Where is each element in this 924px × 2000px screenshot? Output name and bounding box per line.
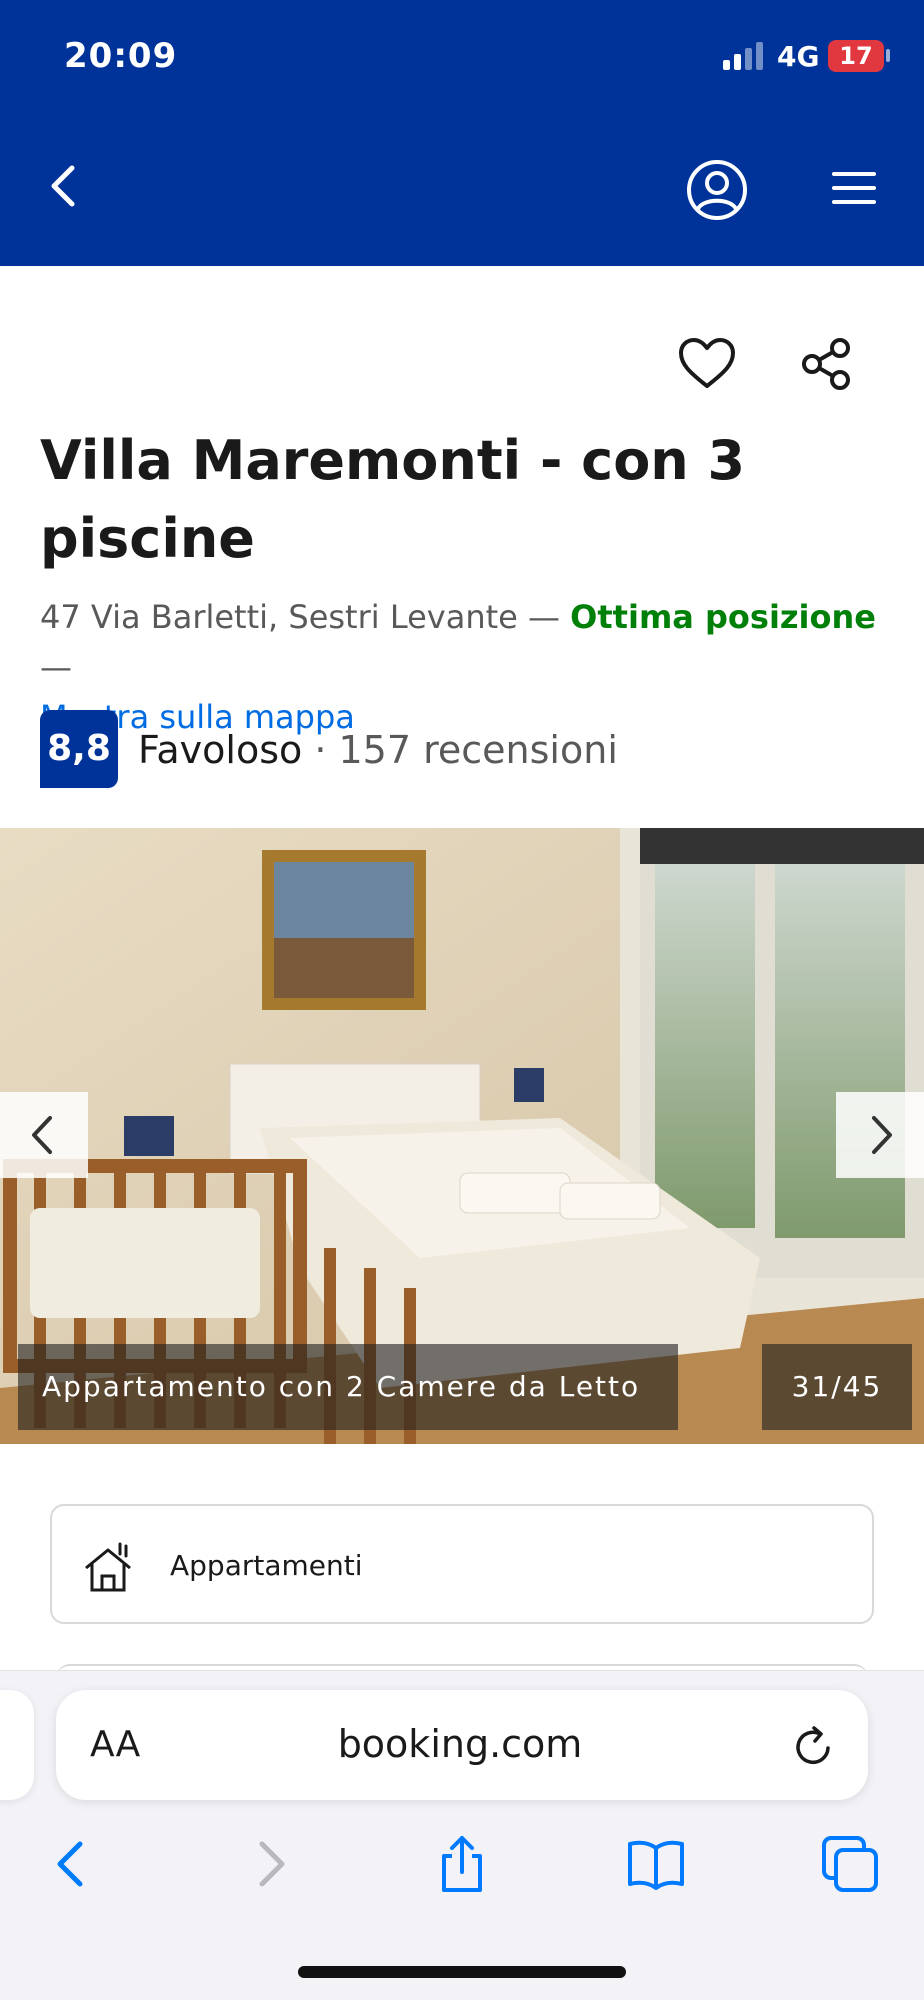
browser-back-button[interactable] — [40, 1834, 104, 1894]
chevron-right-icon — [872, 1116, 892, 1154]
location-badge: Ottima posizione — [570, 598, 876, 636]
rating-summary[interactable]: Favoloso · 157 recensioni — [138, 722, 618, 778]
hamburger-menu-icon — [832, 172, 876, 204]
share-button[interactable] — [796, 336, 856, 392]
review-count: · 157 recensioni — [314, 728, 618, 772]
gallery-next-button[interactable] — [836, 1092, 924, 1178]
browser-forward-button[interactable] — [238, 1834, 302, 1894]
previous-tab-pill[interactable] — [0, 1690, 34, 1800]
battery-icon: 17 — [828, 40, 884, 72]
user-circle-icon — [687, 160, 747, 220]
signal-icon — [723, 42, 767, 70]
menu-button[interactable] — [830, 168, 878, 208]
text-size-button[interactable]: AA — [90, 1720, 140, 1770]
back-button[interactable] — [40, 160, 88, 212]
score-word: Favoloso — [138, 728, 303, 772]
browser-share-button[interactable] — [430, 1834, 494, 1894]
battery-cap — [886, 49, 890, 62]
status-time: 20:09 — [64, 36, 178, 76]
facility-label: Appartamenti — [170, 1549, 363, 1582]
share-icon — [442, 1836, 482, 1892]
url-text[interactable]: booking.com — [250, 1716, 670, 1772]
account-button[interactable] — [685, 158, 749, 222]
photo-caption: Appartamento con 2 Camere da Letto — [18, 1344, 678, 1430]
address-line: 47 Via Barletti, Sestri Levante — Ottima… — [40, 592, 900, 742]
heart-icon — [679, 338, 735, 388]
forward-icon — [259, 1841, 285, 1887]
house-icon — [80, 1540, 140, 1596]
browser-bookmarks-button[interactable] — [624, 1834, 688, 1894]
home-indicator — [298, 1966, 626, 1978]
share-icon — [802, 338, 850, 390]
network-type: 4G — [777, 40, 820, 73]
photo-counter: 31/45 — [762, 1344, 912, 1430]
tabs-icon — [822, 1836, 878, 1892]
bookmarks-icon — [628, 1840, 684, 1890]
reload-icon — [796, 1726, 830, 1765]
gallery-prev-button[interactable] — [0, 1092, 88, 1178]
chevron-left-icon — [51, 165, 75, 207]
address-separator: — — [40, 648, 72, 686]
browser-tabs-button[interactable] — [818, 1834, 882, 1894]
chevron-left-icon — [32, 1116, 52, 1154]
save-button[interactable] — [677, 336, 737, 392]
review-score-badge: 8,8 — [40, 710, 118, 788]
reload-button[interactable] — [790, 1720, 838, 1770]
page-title: Villa Maremonti - con 3 piscine — [40, 429, 746, 570]
address-text: 47 Via Barletti, Sestri Levante — — [40, 598, 560, 636]
back-icon — [57, 1841, 83, 1887]
